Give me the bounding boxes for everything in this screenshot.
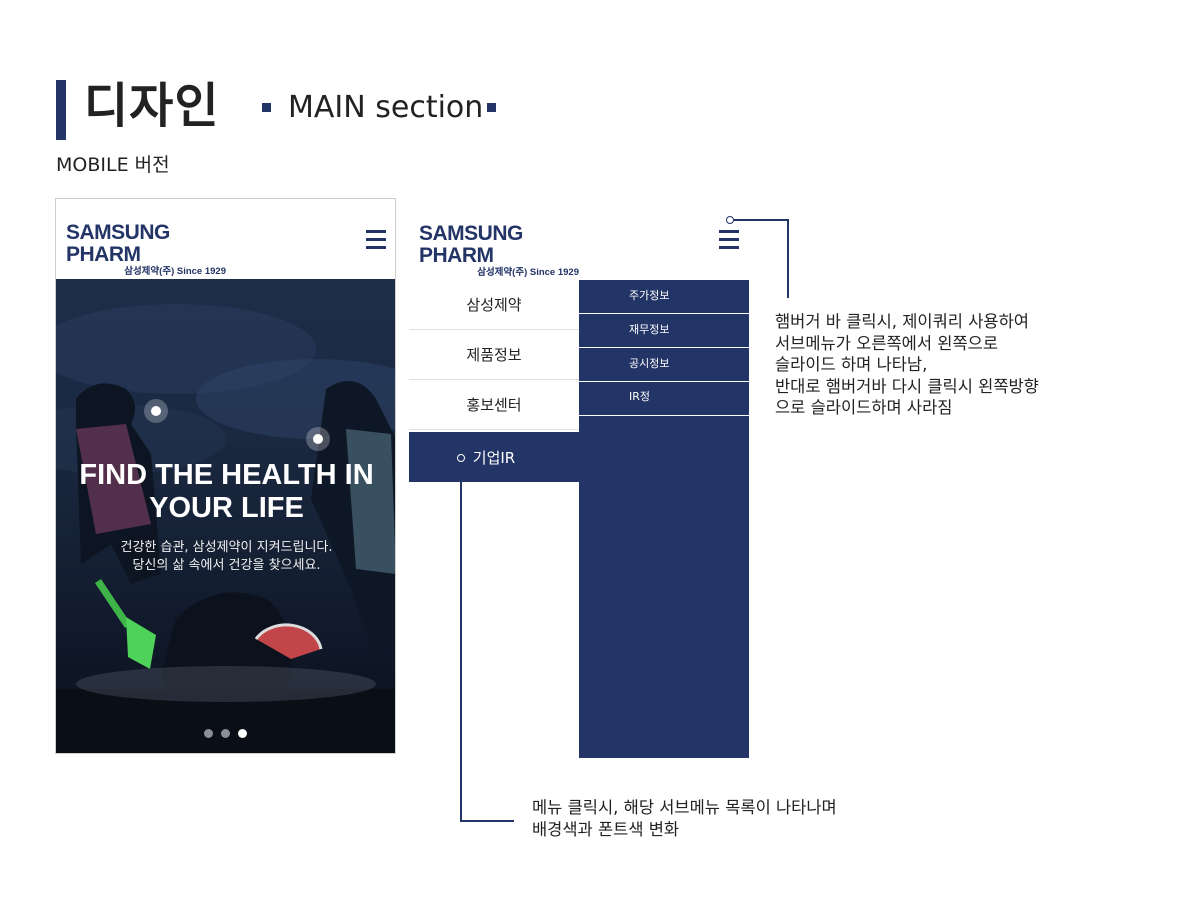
logo-menu-screen[interactable]: SAMSUNG PHARM 삼성제약(주) Since 1929 <box>419 222 579 279</box>
section-bullet-right <box>487 103 496 112</box>
annotation-line-menu-h <box>460 820 514 822</box>
annotation-line-hamburger-v <box>787 219 789 298</box>
mobile-main-mockup: SAMSUNG PHARM 삼성제약(주) Since 1929 FIND TH… <box>55 198 396 754</box>
menu-item-label: 기업IR <box>472 448 516 467</box>
logo-wordmark: SAMSUNG PHARM <box>419 222 523 267</box>
annotation-line-menu-v <box>460 462 462 822</box>
section-bullet-left <box>262 103 271 112</box>
hero-headline-line1: FIND THE HEALTH IN <box>79 459 374 491</box>
title-accent-bar <box>56 80 66 140</box>
menu-item-label: 홍보센터 <box>466 396 522 414</box>
menu-item-products[interactable]: 제품정보 <box>409 330 579 380</box>
menu-annotation-text: 메뉴 클릭시, 해당 서브메뉴 목록이 나타나며 배경색과 폰트색 변화 <box>532 798 837 839</box>
menu-item-label: 제품정보 <box>466 346 522 364</box>
page-title: 디자인 <box>84 78 220 134</box>
slider-dot-3-active[interactable] <box>238 729 247 738</box>
annotation-marker-menu <box>457 454 465 462</box>
hero-headline-line2: YOUR LIFE <box>149 492 304 524</box>
section-label: MAIN section <box>288 90 484 125</box>
submenu-item-stock[interactable]: 주가정보 <box>579 280 749 314</box>
slider-dot-2[interactable] <box>221 729 230 738</box>
page-subtitle: MOBILE 버전 <box>56 154 170 176</box>
slider-dot-1[interactable] <box>204 729 213 738</box>
submenu-item-ir[interactable]: IR정 <box>579 382 749 416</box>
logo-tagline: 삼성제약(주) Since 1929 <box>124 266 226 277</box>
menu-item-samsung[interactable]: 삼성제약 <box>409 280 579 330</box>
hero-banner: FIND THE HEALTH IN YOUR LIFE 건강한 습관, 삼성제… <box>56 279 395 753</box>
logo[interactable]: SAMSUNG PHARM 삼성제약(주) Since 1929 <box>66 221 226 278</box>
hamburger-menu-icon[interactable] <box>719 230 739 250</box>
submenu-item-disclosure[interactable]: 공시정보 <box>579 348 749 382</box>
logo-wordmark: SAMSUNG PHARM <box>66 221 170 266</box>
submenu-item-finance[interactable]: 재무정보 <box>579 314 749 348</box>
logo-tagline: 삼성제약(주) Since 1929 <box>477 267 579 278</box>
hero-subtext-line1: 건강한 습관, 삼성제약이 지켜드립니다. <box>120 540 333 555</box>
annotation-marker-hamburger <box>726 216 734 224</box>
hamburger-annotation-text: 햄버거 바 클릭시, 제이쿼리 사용하여 서브메뉴가 오른쪽에서 왼쪽으로 슬라… <box>775 312 1039 417</box>
hero-subtext-line2: 당신의 삶 속에서 건강을 찾으세요. <box>132 558 321 573</box>
hamburger-menu-icon[interactable] <box>366 230 386 250</box>
menu-item-ir-active[interactable]: 기업IR <box>409 432 579 482</box>
annotation-line-hamburger-h <box>734 219 789 221</box>
menu-item-label: 삼성제약 <box>466 296 522 314</box>
hero-subtext: 건강한 습관, 삼성제약이 지켜드립니다. 당신의 삶 속에서 건강을 찾으세요… <box>56 539 395 575</box>
menu-item-pr-center[interactable]: 홍보센터 <box>409 380 579 430</box>
hero-headline: FIND THE HEALTH IN YOUR LIFE <box>56 459 395 525</box>
